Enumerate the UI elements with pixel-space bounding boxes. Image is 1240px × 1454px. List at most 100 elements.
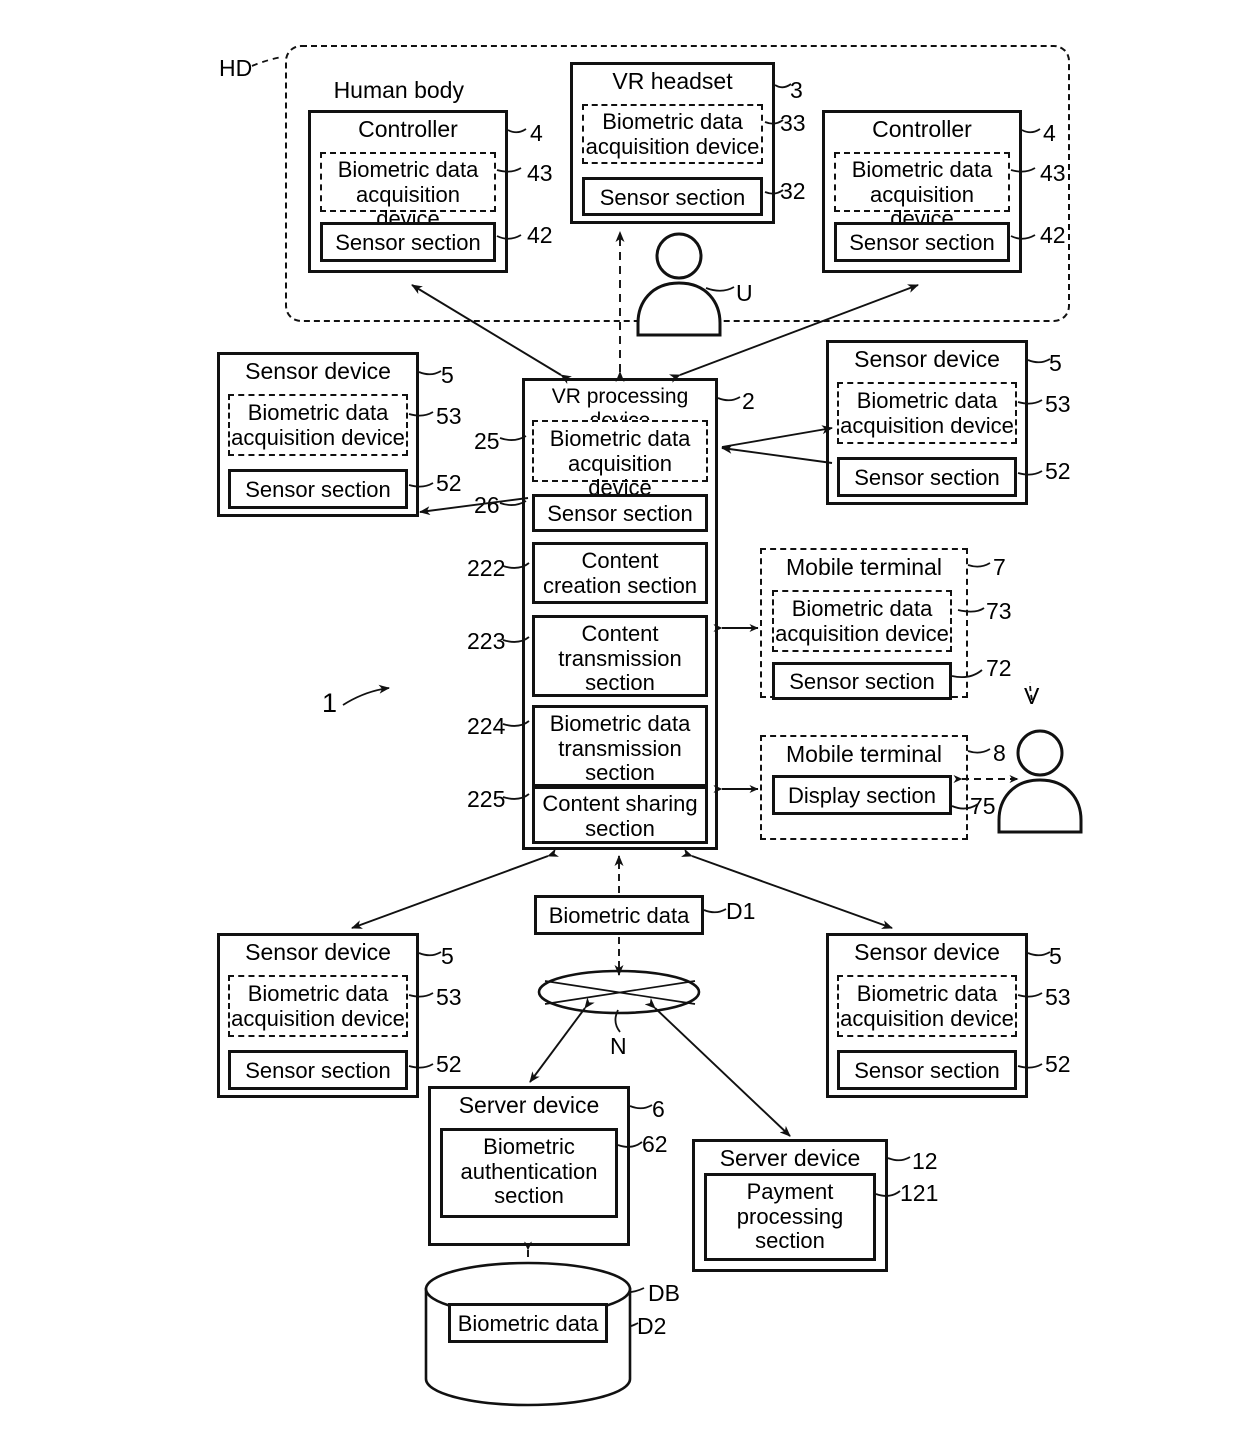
db-ref: DB bbox=[648, 1280, 680, 1306]
sdbr-title: Sensor device bbox=[854, 939, 1000, 965]
sdbl-bio-line2: acquisition device bbox=[231, 1005, 405, 1031]
mt8-display-label: Display section bbox=[788, 783, 936, 808]
mt7-sensor-ref: 72 bbox=[986, 655, 1012, 681]
d1-ref: D1 bbox=[726, 898, 756, 924]
controller-right-biometric-acquisition: Biometric data acquisition device bbox=[834, 152, 1010, 231]
sdbr-sensor-section: Sensor section bbox=[837, 1050, 1017, 1090]
sd12-line3: section bbox=[755, 1228, 825, 1254]
sdmr-sensor-label: Sensor section bbox=[854, 465, 1000, 490]
sd12-payment-processing-section: Payment processing section bbox=[704, 1173, 876, 1261]
vpd-ct-line3: section bbox=[585, 670, 655, 696]
sd6-biometric-authentication-section: Biometric authentication section bbox=[440, 1128, 618, 1218]
sdmr-bio-line2: acquisition device bbox=[840, 412, 1014, 438]
sd6-line1: Biometric bbox=[483, 1134, 575, 1159]
vr-headset-sensor-section: Sensor section bbox=[582, 177, 763, 216]
mt7-sensor-label: Sensor section bbox=[789, 669, 935, 694]
vpd-content-sharing-section: Content sharing section bbox=[532, 786, 708, 844]
controller-right-bio-line1: Biometric data bbox=[851, 157, 993, 182]
sd12-section-ref: 121 bbox=[900, 1180, 939, 1206]
vpd-bt-ref: 224 bbox=[467, 713, 506, 739]
vpd-sensor-ref: 26 bbox=[474, 492, 500, 518]
sdml-bio-ref: 53 bbox=[436, 403, 462, 429]
sd6-line2: authentication bbox=[460, 1158, 598, 1184]
vpd-cc-line1: Content bbox=[581, 548, 659, 573]
sdml-sensor-ref: 52 bbox=[436, 470, 462, 496]
sdml-bio-line1: Biometric data bbox=[247, 400, 389, 425]
mt7-bio-ref: 73 bbox=[986, 598, 1012, 624]
sd12-title: Server device bbox=[719, 1145, 861, 1171]
vpd-cs-line1: Content sharing bbox=[542, 791, 698, 816]
vpd-bt-line3: section bbox=[585, 760, 655, 786]
vr-headset-sensor-label: Sensor section bbox=[599, 185, 746, 210]
hd-ref-label: HD bbox=[219, 55, 253, 81]
controller-right-ref: 4 bbox=[1043, 120, 1056, 146]
mt8-display-section: Display section bbox=[772, 775, 952, 815]
vr-headset-ref: 3 bbox=[790, 77, 803, 103]
sd12-ref: 12 bbox=[912, 1148, 938, 1174]
vr-headset-bio-line2: acquisition device bbox=[585, 133, 760, 159]
vpd-biometric-acquisition: Biometric data acquisition device bbox=[532, 420, 708, 500]
sdbl-sensor-section: Sensor section bbox=[228, 1050, 408, 1090]
sdbr-biometric: Biometric data acquisition device bbox=[837, 975, 1017, 1037]
vpd-sensor-section: Sensor section bbox=[532, 494, 708, 532]
vpd-content-transmission-section: Content transmission section bbox=[532, 615, 708, 697]
vpd-ct-line2: transmission bbox=[558, 645, 682, 671]
controller-left-biometric-acquisition: Biometric data acquisition device bbox=[320, 152, 496, 231]
sd6-title: Server device bbox=[458, 1092, 600, 1118]
mt7-sensor-section: Sensor section bbox=[772, 662, 952, 700]
sdbr-sensor-label: Sensor section bbox=[854, 1058, 1000, 1083]
sdmr-bio-line1: Biometric data bbox=[856, 388, 998, 413]
controller-right-sensor-label: Sensor section bbox=[849, 230, 995, 255]
controller-right-title: Controller bbox=[872, 116, 972, 142]
mt7-bio-line2: acquisition device bbox=[775, 620, 949, 646]
viewer-figure-v bbox=[997, 729, 1083, 834]
sdml-ref: 5 bbox=[441, 362, 454, 388]
vr-headset-bio-line1: Biometric data bbox=[602, 109, 743, 134]
sdbl-sensor-ref: 52 bbox=[436, 1051, 462, 1077]
sdbl-sensor-label: Sensor section bbox=[245, 1058, 391, 1083]
patent-figure-canvas: Human body wearable device HD Controller… bbox=[0, 0, 1240, 1454]
mt8-ref: 8 bbox=[993, 740, 1006, 766]
controller-left-bio-ref: 43 bbox=[527, 160, 553, 186]
vpd-bio-line2: acquisition device bbox=[568, 450, 672, 501]
sdbr-sensor-ref: 52 bbox=[1045, 1051, 1071, 1077]
vpd-cc-ref: 222 bbox=[467, 555, 506, 581]
user-u-label: U bbox=[736, 280, 753, 306]
sensor-device-mid-right-title: Sensor device bbox=[854, 346, 1000, 372]
sdbr-ref: 5 bbox=[1049, 943, 1062, 969]
sdbl-title: Sensor device bbox=[245, 939, 391, 965]
biometric-data-d1: Biometric data bbox=[534, 895, 704, 935]
sdbr-bio-line1: Biometric data bbox=[856, 981, 998, 1006]
vpd-cs-line2: section bbox=[585, 815, 655, 841]
viewer-v-label: V bbox=[1024, 683, 1040, 709]
sdbl-bio-line1: Biometric data bbox=[247, 981, 389, 1006]
vpd-cc-line2: creation section bbox=[542, 572, 698, 598]
sensor-device-mid-left-biometric: Biometric data acquisition device bbox=[228, 394, 408, 456]
vr-headset-title: VR headset bbox=[612, 68, 733, 94]
vpd-cs-ref: 225 bbox=[467, 786, 506, 812]
controller-left-bio-line1: Biometric data bbox=[337, 157, 479, 182]
vr-headset-bio-ref: 33 bbox=[780, 110, 806, 136]
sd12-line1: Payment bbox=[746, 1179, 834, 1204]
vr-headset-biometric-acquisition: Biometric data acquisition device bbox=[582, 104, 763, 164]
controller-left-ref: 4 bbox=[530, 120, 543, 146]
sd6-section-ref: 62 bbox=[642, 1131, 668, 1157]
network-icon bbox=[537, 969, 701, 1015]
sensor-device-mid-right-sensor-section: Sensor section bbox=[837, 457, 1017, 497]
vpd-ct-ref: 223 bbox=[467, 628, 506, 654]
db-biometric-data: Biometric data bbox=[448, 1303, 608, 1343]
vpd-bt-line2: transmission bbox=[558, 735, 682, 761]
sdbl-ref: 5 bbox=[441, 943, 454, 969]
vpd-biometric-transmission-section: Biometric data transmission section bbox=[532, 705, 708, 787]
vpd-sensor-label: Sensor section bbox=[547, 501, 693, 526]
controller-right-bio-ref: 43 bbox=[1040, 160, 1066, 186]
vpd-ct-line1: Content bbox=[581, 621, 659, 646]
db-data-label: Biometric data bbox=[457, 1311, 599, 1336]
sd6-ref: 6 bbox=[652, 1096, 665, 1122]
vpd-bio-ref: 25 bbox=[474, 428, 500, 454]
controller-right-sensor-ref: 42 bbox=[1040, 222, 1066, 248]
sdmr-bio-ref: 53 bbox=[1045, 391, 1071, 417]
db-data-ref: D2 bbox=[637, 1313, 667, 1339]
sd12-line2: processing bbox=[736, 1203, 844, 1229]
system-ref-1: 1 bbox=[322, 688, 338, 718]
